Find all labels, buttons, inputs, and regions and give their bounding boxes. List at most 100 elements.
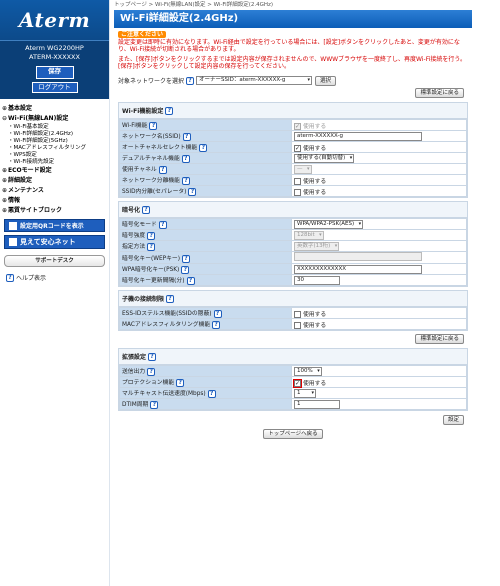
help-icon[interactable]: ?: [199, 144, 208, 152]
nav-eco[interactable]: ECOモード設定: [0, 166, 109, 176]
reset-default-button[interactable]: 標準設定に戻る: [415, 334, 464, 344]
help-icon[interactable]: ?: [186, 277, 195, 285]
table-row: MACアドレスフィルタリング機能? 使用する: [119, 318, 467, 330]
field-value: 1: [291, 387, 467, 399]
nav-detail[interactable]: 詳細設定: [0, 176, 109, 186]
text-input: [294, 252, 422, 261]
help-icon[interactable]: ?: [166, 294, 175, 303]
text-input[interactable]: aterm-XXXXXX-g: [294, 131, 422, 141]
nav-wifi-detail-5[interactable]: Wi-Fi詳細設定(5GHz): [0, 138, 109, 145]
help-icon[interactable]: ?: [147, 232, 156, 240]
help-icon[interactable]: ?: [181, 177, 190, 185]
nav-basic-settings[interactable]: 基本設定: [0, 104, 109, 114]
help-icon[interactable]: ?: [165, 106, 174, 115]
table-row: デュアルチャネル機能? 使用する(自動切替): [119, 152, 467, 164]
network-select[interactable]: オーナーSSID：aterm-XXXXXX-g: [196, 76, 313, 85]
field-value: 英数字(13桁): [291, 240, 467, 252]
help-icon[interactable]: ?: [147, 243, 156, 251]
main-content: トップページ > Wi-Fi(無線LAN)設定 > Wi-Fi詳細設定(2.4G…: [114, 0, 472, 439]
help-icon[interactable]: ?: [158, 166, 167, 174]
checkbox-label: 使用する: [303, 311, 327, 318]
help-icon[interactable]: ?: [158, 221, 167, 229]
child-limit-section: 子機の接続制限? ESS-IDステルス機能(SSIDの隠蔽)? 使用する MACアド…: [118, 290, 468, 331]
field-label: 暗号強度?: [119, 229, 292, 241]
field-label: オートチャネルセレクト機能?: [119, 141, 292, 153]
help-icon[interactable]: ?: [142, 205, 151, 214]
nav-info[interactable]: 情報: [0, 196, 109, 206]
help-icon[interactable]: ?: [186, 76, 195, 85]
sidebar: Aterm Aterm WG2200HP ATERM-XXXXXX 保存 ログア…: [0, 0, 110, 586]
help-link[interactable]: ? ヘルプ表示: [4, 273, 105, 282]
help-icon[interactable]: ?: [148, 352, 157, 361]
support-desk-button[interactable]: サポートデスク: [4, 255, 105, 267]
safe-net-label: 見えて安心ネット: [20, 238, 76, 246]
qr-code-button[interactable]: 設定用QRコードを表示: [4, 219, 105, 232]
nav-wps[interactable]: WPS設定: [0, 152, 109, 159]
field-label: 暗号化キー(WEPキー)?: [119, 251, 292, 264]
field-label: 暗号化モード?: [119, 218, 292, 230]
nav-wifi-settings[interactable]: Wi-Fi(無線LAN)設定: [0, 114, 109, 124]
text-input[interactable]: XXXXXXXXXXXXX: [294, 264, 422, 274]
table-row: マルチキャスト伝送速度(Mbps)? 1: [119, 387, 467, 399]
checkbox[interactable]: [294, 188, 301, 196]
field-label: マルチキャスト伝送速度(Mbps)?: [119, 387, 292, 399]
set-button[interactable]: 設定: [442, 415, 464, 425]
help-icon[interactable]: ?: [149, 122, 158, 130]
child-limit-table: ESS-IDステルス機能(SSIDの隠蔽)? 使用する MACアドレスフィルタリング…: [119, 307, 467, 330]
checkbox[interactable]: [294, 310, 301, 318]
checkbox[interactable]: ✓: [293, 378, 302, 388]
model-name: Aterm WG2200HP: [25, 44, 84, 52]
help-icon[interactable]: ?: [182, 133, 191, 141]
help-icon[interactable]: ?: [188, 188, 197, 196]
select-box[interactable]: 使用する(自動切替): [294, 153, 355, 163]
section-title: 拡張設定?: [119, 349, 467, 365]
field-label: 使用チャネル?: [119, 163, 292, 175]
help-icon[interactable]: ?: [213, 310, 222, 318]
select-box[interactable]: 1: [294, 388, 316, 398]
extended-section: 拡張設定? 送信出力?100%プロテクション機能?✓使用するマルチキャスト伝送速…: [118, 348, 468, 411]
nav-wifi-basic[interactable]: Wi-Fi基本設定: [0, 124, 109, 131]
nav-wifi-detail-24[interactable]: Wi-Fi詳細設定(2.4GHz): [0, 131, 109, 138]
save-button[interactable]: 保存: [35, 66, 74, 79]
table-row: ESS-IDステルス機能(SSIDの隠蔽)? 使用する: [119, 307, 467, 319]
nav-mac-filter[interactable]: MACアドレスフィルタリング: [0, 145, 109, 152]
device-id: ATERM-XXXXXX: [29, 53, 80, 61]
help-icon[interactable]: ?: [147, 368, 156, 376]
nav-malicious-block[interactable]: 悪質サイトブロック: [0, 206, 109, 216]
notice-line1: 設定変更は即時に有効になります。Wi-Fi経由で設定を行っている場合には、[設定…: [118, 39, 460, 53]
checkbox[interactable]: ✓: [294, 144, 301, 152]
select-box[interactable]: 100%: [294, 366, 322, 376]
field-value: 使用する: [291, 318, 467, 330]
help-icon[interactable]: ?: [176, 379, 185, 387]
help-icon[interactable]: ?: [182, 254, 190, 263]
checkbox-label: 使用する: [303, 380, 327, 387]
select-box: —: [294, 164, 312, 174]
field-value: ✓ 使用する: [291, 141, 467, 153]
field-value: WPA/WPA2-PSK(AES): [291, 218, 467, 230]
notice-box: ご注意ください 設定変更は即時に有効になります。Wi-Fi経由で設定を行っている…: [114, 28, 472, 73]
help-icon[interactable]: ?: [181, 266, 190, 274]
select-box: 英数字(13桁): [294, 241, 340, 251]
checkbox[interactable]: [294, 177, 301, 185]
help-icon[interactable]: ?: [150, 401, 159, 409]
checkbox[interactable]: [294, 321, 301, 329]
back-to-top-button[interactable]: トップページへ戻る: [263, 429, 323, 439]
select-button[interactable]: 選択: [315, 75, 337, 86]
notice-line2: また、[保存]ボタンをクリックするまでは設定内容が保存されませんので、WWWブラ…: [118, 56, 467, 70]
help-icon[interactable]: ?: [212, 321, 221, 329]
nav-wifi-connect[interactable]: Wi-Fi接続先設定: [0, 159, 109, 166]
field-label: ネットワーク名(SSID)?: [119, 130, 292, 142]
breadcrumb: トップページ > Wi-Fi(無線LAN)設定 > Wi-Fi詳細設定(2.4G…: [114, 2, 274, 8]
safe-net-button[interactable]: 見えて安心ネット: [4, 235, 105, 249]
help-icon[interactable]: ?: [181, 155, 190, 163]
nav-maintenance[interactable]: メンテナンス: [0, 186, 109, 196]
reset-default-button[interactable]: 標準設定に戻る: [415, 88, 464, 98]
field-value: aterm-XXXXXX-g: [291, 130, 467, 142]
logout-button[interactable]: ログアウト: [31, 82, 78, 93]
field-label: WPA暗号化キー(PSK)?: [119, 263, 292, 275]
help-icon[interactable]: ?: [207, 390, 216, 398]
select-box[interactable]: WPA/WPA2-PSK(AES): [294, 219, 364, 229]
text-input[interactable]: 30: [294, 275, 340, 285]
text-input[interactable]: 1: [294, 399, 340, 409]
wifi-function-section: Wi-Fi機能設定? Wi-Fi機能? ✓ 使用する ネットワーク名(SSID)? at…: [118, 102, 468, 198]
